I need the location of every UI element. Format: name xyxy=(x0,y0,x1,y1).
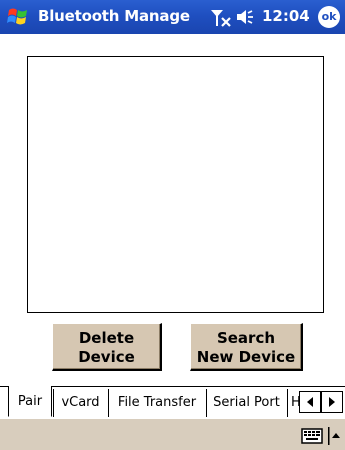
signal-off-icon[interactable] xyxy=(210,8,232,28)
tab-serial-port[interactable]: Serial Port xyxy=(206,389,286,417)
tab-scroll-buttons xyxy=(296,391,345,413)
speaker-icon[interactable] xyxy=(235,9,257,25)
delete-device-button[interactable]: Delete Device xyxy=(52,323,162,371)
search-new-device-button[interactable]: Search New Device xyxy=(190,323,303,371)
device-list[interactable] xyxy=(27,56,324,313)
tab-pair[interactable]: Pair xyxy=(8,386,52,417)
arrow-left-icon[interactable] xyxy=(299,391,321,413)
tab-file-transfer[interactable]: File Transfer xyxy=(108,389,205,417)
title-bar: Bluetooth Manage 12:04 ok xyxy=(0,0,345,34)
tab-vcard[interactable]: vCard xyxy=(53,389,107,417)
search-button-label-line2: New Device xyxy=(196,348,296,366)
keyboard-icon[interactable] xyxy=(301,428,323,444)
windows-flag-icon[interactable] xyxy=(6,4,32,30)
delete-button-label-line2: Device xyxy=(78,348,135,366)
app-title: Bluetooth Manage xyxy=(38,7,190,25)
arrow-up-icon[interactable] xyxy=(328,427,342,445)
tab-strip: Pair vCard File Transfer Serial Port H xyxy=(0,386,345,418)
clock[interactable]: 12:04 xyxy=(262,7,310,25)
arrow-right-icon[interactable] xyxy=(321,391,343,413)
menu-bar xyxy=(0,418,345,450)
delete-button-label-line1: Delete xyxy=(78,329,135,347)
ok-button[interactable]: ok xyxy=(318,6,340,28)
search-button-label-line1: Search xyxy=(216,329,276,347)
